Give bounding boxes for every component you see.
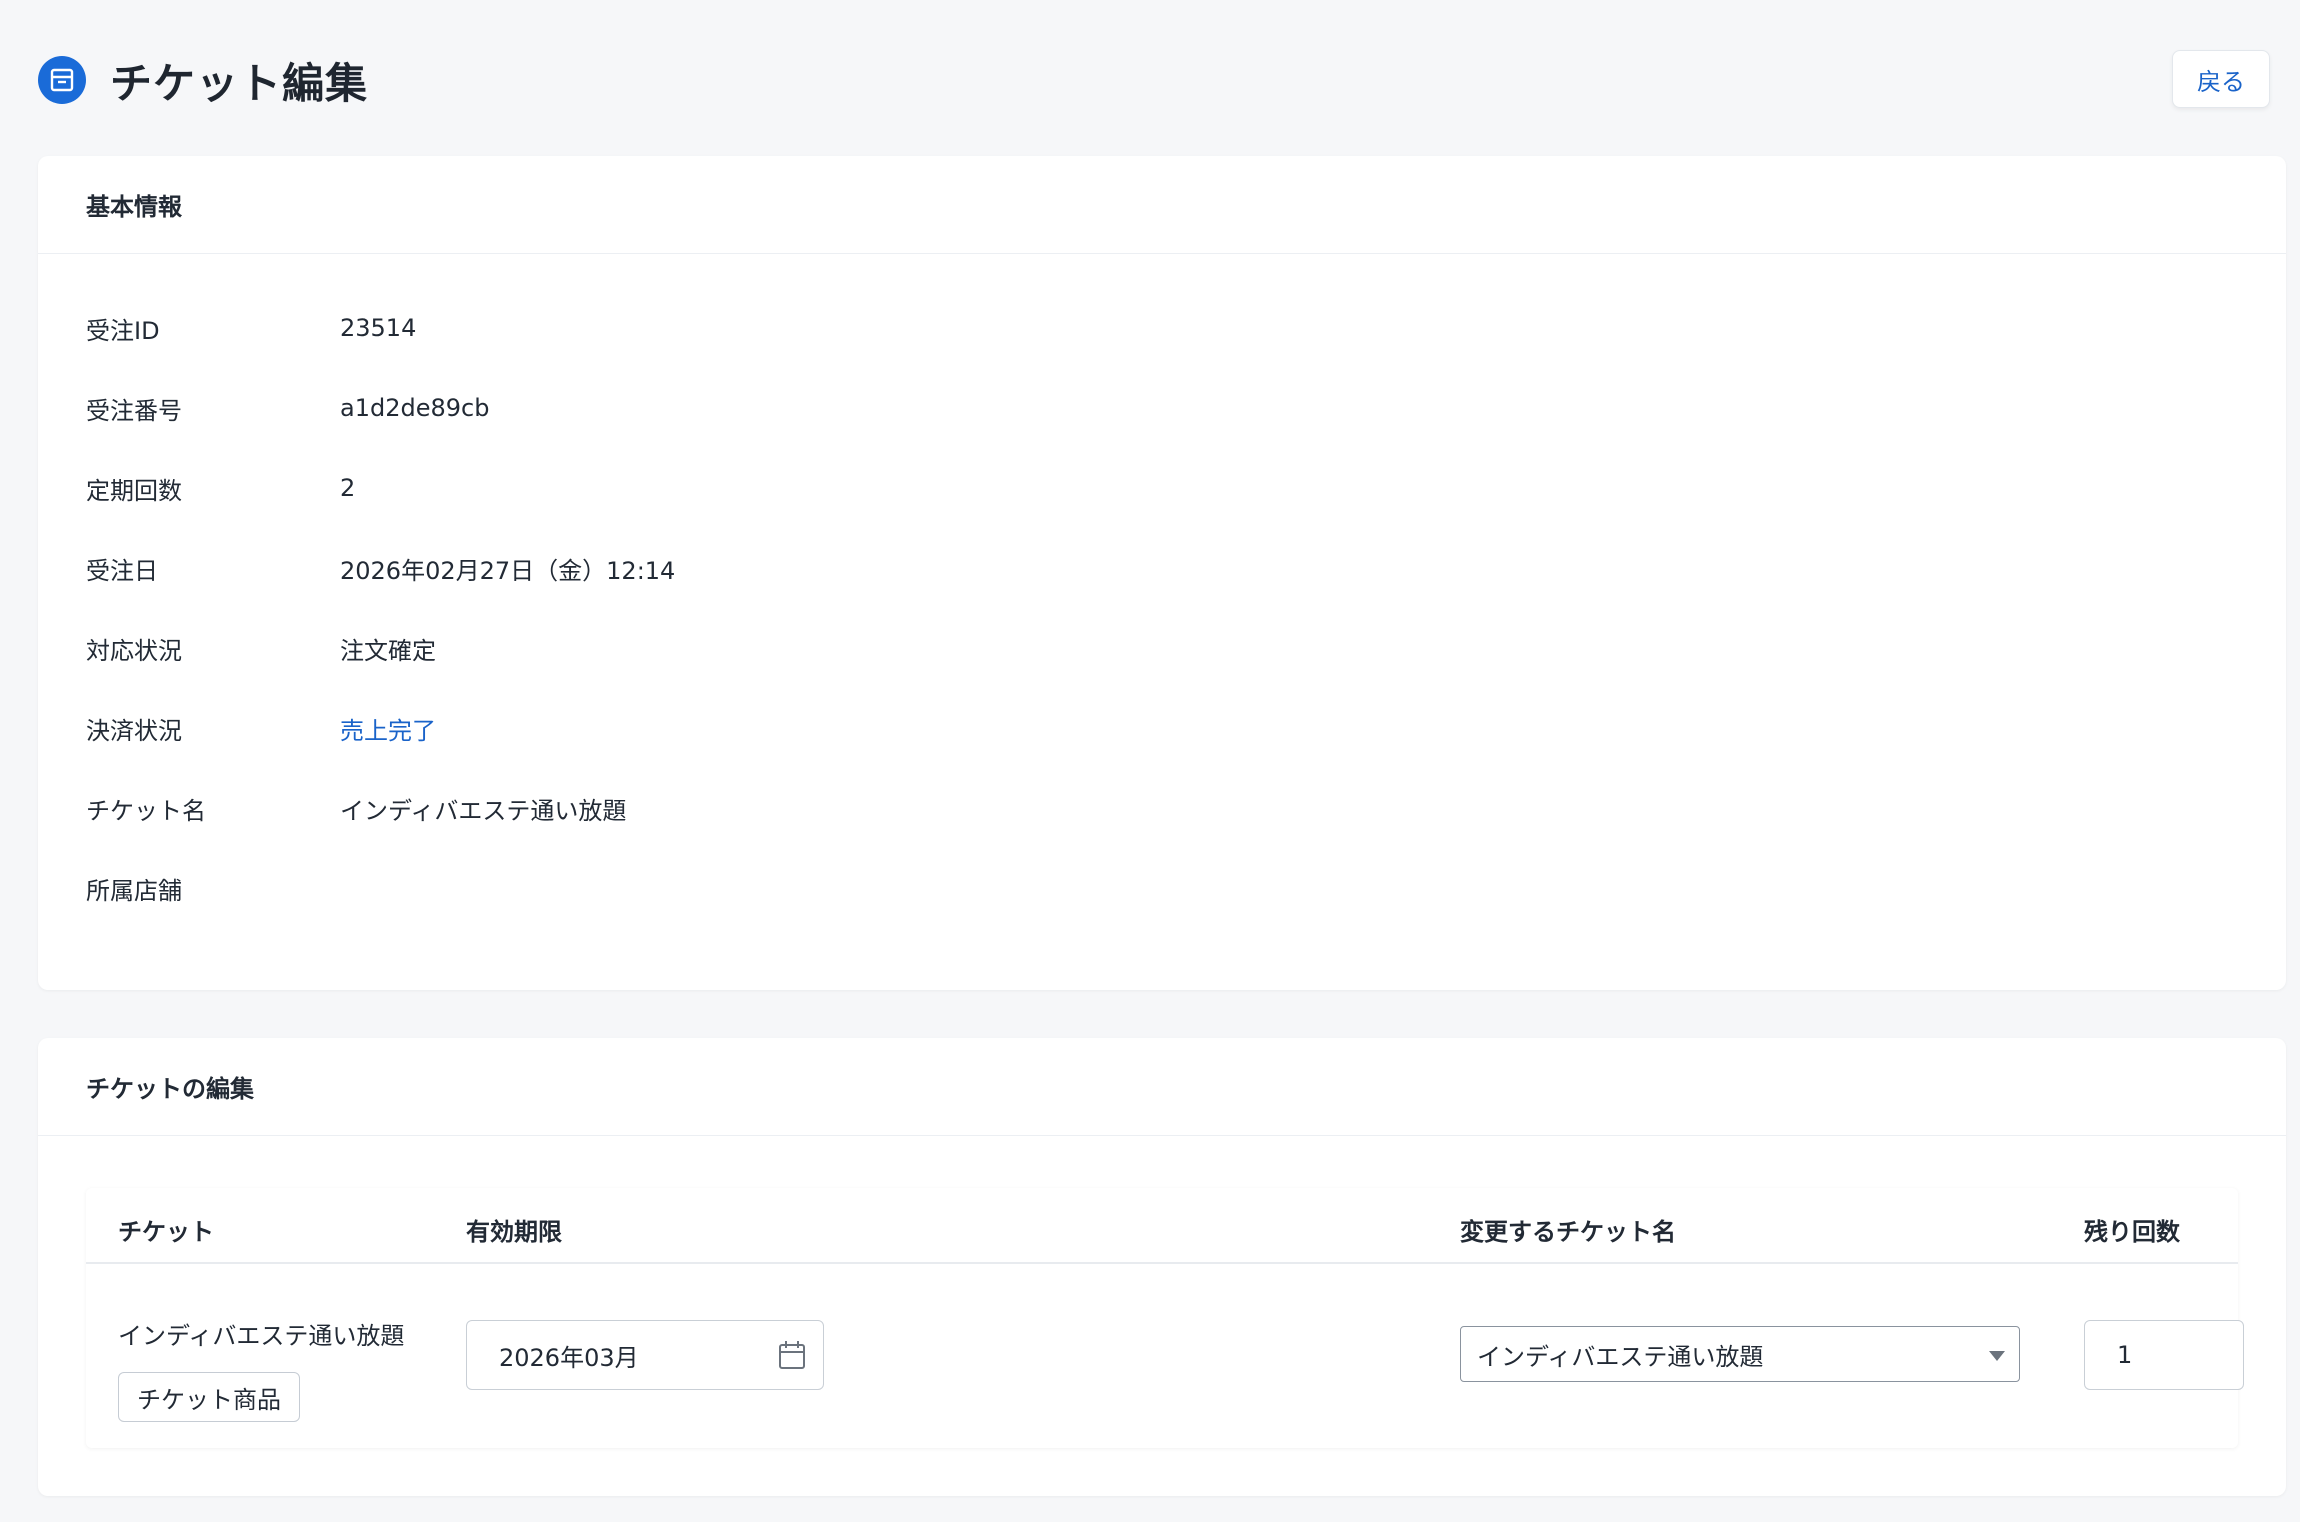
calendar-icon[interactable] (777, 1339, 807, 1377)
column-header-ticket: チケット (118, 1218, 214, 1246)
remaining-count-value: 1 (2117, 1341, 2133, 1369)
page: チケット編集 戻る 基本情報 受注ID 23514 受注番号 a1d2de89c… (0, 0, 2300, 1522)
remaining-count-input[interactable]: 1 (2084, 1320, 2244, 1390)
ticket-type-badge: チケット商品 (118, 1372, 300, 1422)
basic-info-card: 基本情報 受注ID 23514 受注番号 a1d2de89cb 定期回数 2 受… (38, 156, 2286, 990)
info-label: 受注日 (86, 556, 158, 585)
page-title: チケット編集 (110, 58, 369, 108)
info-label: 対応状況 (86, 636, 182, 665)
info-label: チケット名 (86, 796, 206, 825)
archive-box-icon (38, 56, 86, 104)
expiry-month-value: 2026年03月 (499, 1343, 639, 1372)
info-value: 注文確定 (340, 636, 436, 665)
basic-info-header: 基本情報 (38, 156, 2286, 254)
info-row-subscription-count: 定期回数 2 (38, 448, 2286, 528)
column-header-expiry: 有効期限 (466, 1218, 562, 1246)
info-row-order-date: 受注日 2026年02月27日（金）12:14 (38, 528, 2286, 608)
info-row-handling-status: 対応状況 注文確定 (38, 608, 2286, 688)
info-label: 受注番号 (86, 396, 182, 425)
info-label: 決済状況 (86, 716, 182, 745)
expiry-month-input[interactable]: 2026年03月 (466, 1320, 824, 1390)
chevron-down-icon (1989, 1351, 2005, 1361)
ticket-name: インディバエステ通い放題 (118, 1322, 405, 1350)
info-value: 23514 (340, 314, 417, 342)
ticket-edit-card: チケットの編集 チケット 有効期限 変更するチケット名 残り回数 インディバエス… (38, 1038, 2286, 1496)
info-row-ticket-name: チケット名 インディバエステ通い放題 (38, 768, 2286, 848)
basic-info-list: 受注ID 23514 受注番号 a1d2de89cb 定期回数 2 受注日 20… (38, 254, 2286, 928)
ticket-edit-header: チケットの編集 (38, 1038, 2286, 1136)
payment-status-link[interactable]: 売上完了 (340, 711, 436, 746)
ticket-name-select-value: インディバエステ通い放題 (1477, 1342, 1764, 1371)
info-label: 所属店舗 (86, 876, 182, 905)
info-row-order-id: 受注ID 23514 (38, 288, 2286, 368)
info-row-payment-status: 決済状況 売上完了 (38, 688, 2286, 768)
info-label: 定期回数 (86, 476, 182, 505)
ticket-name-select[interactable]: インディバエステ通い放題 (1460, 1326, 2020, 1382)
column-header-remaining: 残り回数 (2084, 1218, 2180, 1246)
info-value: 2 (340, 474, 356, 502)
back-button[interactable]: 戻る (2172, 50, 2270, 108)
ticket-table-header: チケット 有効期限 変更するチケット名 残り回数 (86, 1188, 2238, 1264)
table-row: インディバエステ通い放題 チケット商品 2026年03月 インディバエステ通い放… (86, 1264, 2244, 1448)
ticket-table: チケット 有効期限 変更するチケット名 残り回数 インディバエステ通い放題 チケ… (86, 1188, 2244, 1448)
info-row-order-number: 受注番号 a1d2de89cb (38, 368, 2286, 448)
info-row-store: 所属店舗 (38, 848, 2286, 928)
info-value: インディバエステ通い放題 (340, 796, 627, 825)
page-header: チケット編集 (38, 50, 368, 110)
info-label: 受注ID (86, 316, 160, 345)
info-value: a1d2de89cb (340, 394, 490, 422)
column-header-change-ticket: 変更するチケット名 (1460, 1218, 1676, 1246)
info-value: 2026年02月27日（金）12:14 (340, 556, 676, 585)
